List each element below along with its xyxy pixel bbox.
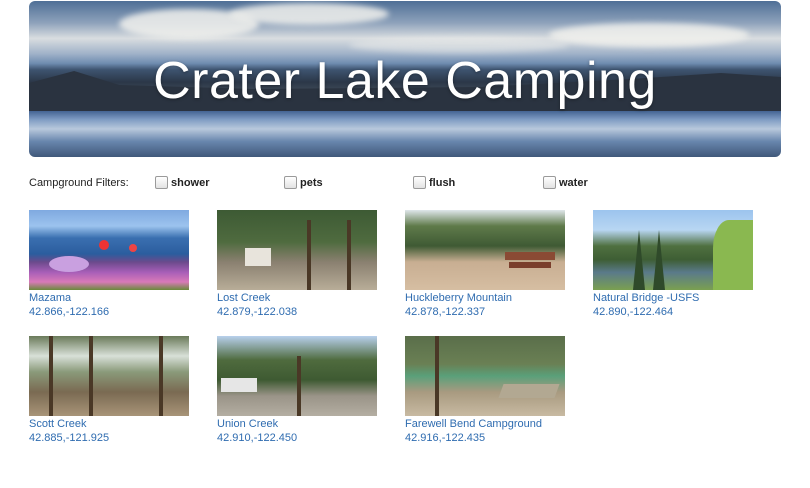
campground-name[interactable]: Huckleberry Mountain bbox=[405, 292, 565, 305]
campground-coords: 42.910,-122.450 bbox=[217, 432, 298, 444]
hero-banner: Crater Lake Camping bbox=[29, 1, 781, 157]
campground-coords: 42.885,-121.925 bbox=[29, 432, 110, 444]
tree-trunk bbox=[49, 336, 53, 416]
picnic-table-decoration bbox=[505, 252, 555, 260]
campground-card-mazama[interactable]: Mazama 42.866,-122.166 bbox=[29, 210, 189, 319]
campground-name[interactable]: Union Creek bbox=[217, 418, 377, 431]
picnic-table-decoration bbox=[498, 384, 560, 398]
tree-trunk bbox=[297, 356, 301, 416]
campground-card-farewell-bend[interactable]: Farewell Bend Campground 42.916,-122.435 bbox=[405, 336, 565, 445]
tent-decoration bbox=[245, 248, 271, 266]
campground-card-natural-bridge[interactable]: Natural Bridge -USFS 42.890,-122.464 bbox=[593, 210, 753, 319]
campground-photo[interactable] bbox=[405, 210, 565, 290]
tree-trunk bbox=[307, 220, 311, 290]
campground-coords: 42.878,-122.337 bbox=[405, 306, 486, 318]
filter-label: pets bbox=[300, 176, 323, 189]
campground-card-scott-creek[interactable]: Scott Creek 42.885,-121.925 bbox=[29, 336, 189, 445]
campground-photo[interactable] bbox=[217, 336, 377, 416]
cloud-decoration bbox=[549, 23, 749, 47]
foliage-decoration bbox=[713, 220, 753, 290]
filter-water[interactable]: water bbox=[543, 176, 588, 189]
shower-checkbox[interactable] bbox=[155, 176, 168, 189]
campground-coords: 42.890,-122.464 bbox=[593, 306, 674, 318]
rv-decoration bbox=[221, 378, 257, 392]
campground-coords: 42.879,-122.038 bbox=[217, 306, 298, 318]
campground-card-union-creek[interactable]: Union Creek 42.910,-122.450 bbox=[217, 336, 377, 445]
filter-shower[interactable]: shower bbox=[155, 176, 210, 189]
filter-pets[interactable]: pets bbox=[284, 176, 323, 189]
filter-label: shower bbox=[171, 176, 210, 189]
tree-trunk bbox=[435, 336, 439, 416]
campground-photo[interactable] bbox=[593, 210, 753, 290]
flush-checkbox[interactable] bbox=[413, 176, 426, 189]
flower-decoration bbox=[49, 256, 89, 272]
campground-name[interactable]: Scott Creek bbox=[29, 418, 189, 431]
filter-label: flush bbox=[429, 176, 456, 189]
filters-label: Campground Filters: bbox=[29, 177, 129, 189]
campground-coords: 42.866,-122.166 bbox=[29, 306, 110, 318]
campground-photo[interactable] bbox=[29, 336, 189, 416]
cloud-decoration bbox=[229, 3, 389, 25]
campground-name[interactable]: Natural Bridge -USFS bbox=[593, 292, 753, 305]
flower-decoration bbox=[129, 244, 137, 252]
filter-flush[interactable]: flush bbox=[413, 176, 455, 189]
tree-trunk bbox=[159, 336, 163, 416]
campground-card-huckleberry-mountain[interactable]: Huckleberry Mountain 42.878,-122.337 bbox=[405, 210, 565, 319]
water-checkbox[interactable] bbox=[543, 176, 556, 189]
filter-label: water bbox=[559, 176, 588, 189]
tree-decoration bbox=[653, 230, 665, 290]
picnic-bench-decoration bbox=[509, 262, 551, 268]
campground-photo[interactable] bbox=[217, 210, 377, 290]
tree-trunk bbox=[89, 336, 93, 416]
tree-trunk bbox=[347, 220, 351, 290]
page-title: Crater Lake Camping bbox=[153, 52, 657, 110]
pets-checkbox[interactable] bbox=[284, 176, 297, 189]
campground-coords: 42.916,-122.435 bbox=[405, 432, 486, 444]
campground-name[interactable]: Lost Creek bbox=[217, 292, 377, 305]
campground-card-lost-creek[interactable]: Lost Creek 42.879,-122.038 bbox=[217, 210, 377, 319]
flower-decoration bbox=[99, 240, 109, 250]
campground-photo[interactable] bbox=[29, 210, 189, 290]
campground-name[interactable]: Mazama bbox=[29, 292, 189, 305]
tree-decoration bbox=[633, 230, 645, 290]
campground-filters: Campground Filters: shower pets flush wa… bbox=[29, 176, 789, 192]
campground-photo[interactable] bbox=[405, 336, 565, 416]
campground-name[interactable]: Farewell Bend Campground bbox=[405, 418, 565, 431]
